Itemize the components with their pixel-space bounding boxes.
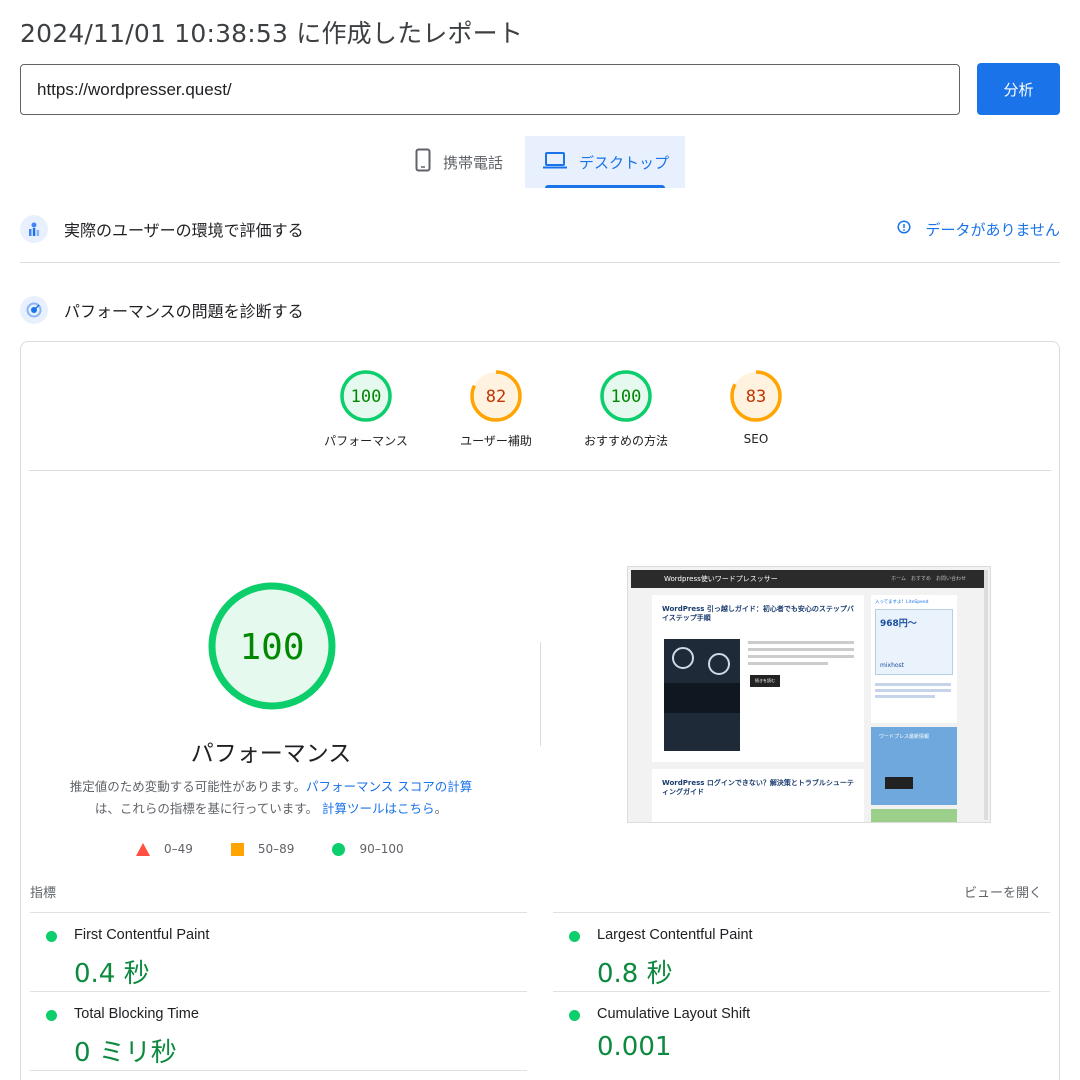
screenshot-post-title: WordPress 引っ越しガイド：初心者でも安心のステップバイステップ手順 [662, 605, 854, 622]
metric-name: Largest Contentful Paint [597, 927, 753, 943]
screenshot-post-2: WordPress ログインできない？解決策とトラブルシューティングガイド [652, 769, 864, 822]
gauge-seo-ring: 83 [730, 370, 782, 422]
metric-value: 0.001 [597, 1032, 672, 1062]
legend-range: 50–89 [257, 842, 295, 856]
circle-icon [332, 842, 346, 856]
screenshot-sidebar-box: ワードプレス最新情報 [871, 727, 957, 805]
performance-big-gauge: 100 [208, 582, 336, 710]
legend-average: 50–89 [230, 842, 295, 856]
tab-active-indicator [545, 185, 665, 188]
no-data-label: データがありません [925, 220, 1060, 239]
legend-pass: 90–100 [332, 842, 404, 856]
metric-value: 0 ミリ秒 [74, 1038, 177, 1068]
legend-fail: 0–49 [136, 842, 193, 856]
gauge-performance[interactable]: 100 パフォーマンス [301, 368, 431, 449]
screenshot-read-more: 続きを読む [750, 675, 780, 687]
gauge-score: 100 [351, 387, 382, 407]
smartphone-icon [415, 148, 431, 176]
gauge-accessibility-ring: 82 [470, 370, 522, 422]
score-calc-link[interactable]: パフォーマンス スコアの計算 [306, 779, 472, 794]
gauge-divider [29, 470, 1051, 471]
users-icon [20, 215, 48, 243]
screenshot-ad-price: 968円〜 [880, 619, 917, 629]
gauge-accessibility[interactable]: 82 ユーザー補助 [431, 368, 561, 449]
note-text: 。 [434, 801, 448, 816]
calculator-link[interactable]: 計算ツールはこちら [322, 801, 435, 816]
screenshot-ad-banner: 968円〜 mixhost [875, 609, 953, 675]
screenshot-post-title: WordPress ログインできない？解決策とトラブルシューティングガイド [662, 779, 854, 796]
lab-data-title: パフォーマンスの問題を診断する [64, 302, 304, 321]
screenshot-nav: ホーム おすすめ お問い合わせ [891, 576, 966, 582]
metrics-header: 指標 ビューを開く [30, 882, 1042, 901]
metrics-title: 指標 [30, 886, 57, 901]
performance-score: 100 [239, 627, 304, 668]
screenshot-ad-brand: mixhost [880, 662, 905, 669]
pass-dot-icon [569, 1010, 580, 1021]
metric-value: 0.4 秒 [74, 959, 150, 989]
gauge-label: おすすめの方法 [583, 434, 668, 448]
score-legend: 0–49 50–89 90–100 [136, 842, 442, 856]
pass-dot-icon [569, 931, 580, 942]
gauge-score: 83 [746, 387, 766, 407]
gauge-score: 100 [611, 387, 642, 407]
note-text: 推定値のため変動する可能性があります。 [69, 779, 307, 794]
screenshot-scrollbar [984, 570, 988, 820]
gauge-label: ユーザー補助 [460, 434, 532, 448]
expand-view-toggle[interactable]: ビューを開く [964, 882, 1042, 901]
metric-lcp: Largest Contentful Paint 0.8 秒 [553, 912, 1050, 992]
gauge-label: SEO [743, 432, 769, 446]
screenshot-box-title: ワードプレス最新情報 [879, 734, 930, 740]
screenshot-site-header: Wordpress使いワードプレスッサー ホーム おすすめ お問い合わせ [631, 570, 984, 588]
diagnose-icon [20, 296, 48, 324]
tab-desktop-label: デスクトップ [579, 153, 670, 172]
score-note: 推定値のため変動する可能性があります。パフォーマンス スコアの計算 は、これらの… [41, 776, 501, 820]
device-tabs: 携帯電話 デスクトップ [395, 136, 685, 188]
gauge-best-practices-ring: 100 [600, 370, 652, 422]
metric-row-divider [30, 1070, 527, 1071]
metric-name: Total Blocking Time [74, 1006, 199, 1022]
pass-dot-icon [46, 931, 57, 942]
square-icon [230, 842, 244, 856]
legend-range: 0–49 [164, 842, 193, 856]
legend-range: 90–100 [359, 842, 404, 856]
screenshot-sidebar-ad: 入ってますよ！LiteSpeed 968円〜 mixhost [871, 595, 957, 723]
no-data-link[interactable]: データがありません [897, 219, 1060, 240]
performance-label: パフォーマンス [190, 741, 352, 767]
metric-tbt: Total Blocking Time 0 ミリ秒 [30, 991, 527, 1071]
analyze-button[interactable]: 分析 [977, 63, 1060, 115]
lab-data-section: パフォーマンスの問題を診断する [20, 296, 1060, 324]
info-icon [897, 220, 911, 238]
metric-fcp: First Contentful Paint 0.4 秒 [30, 912, 527, 992]
report-card: 100 パフォーマンス 82 ユーザー補助 100 おすすめの方法 83 SEO… [20, 341, 1060, 1080]
url-input[interactable] [20, 64, 960, 115]
screenshot-post-1: WordPress 引っ越しガイド：初心者でも安心のステップバイステップ手順 続… [652, 595, 864, 762]
pass-dot-icon [46, 1010, 57, 1021]
vertical-separator [540, 642, 541, 746]
screenshot-ad-head: 入ってますよ！LiteSpeed [875, 600, 929, 605]
triangle-icon [136, 842, 150, 856]
field-data-section: 実際のユーザーの環境で評価する データがありません [20, 215, 1060, 243]
gauge-best-practices[interactable]: 100 おすすめの方法 [561, 368, 691, 449]
metric-cls: Cumulative Layout Shift 0.001 [553, 991, 1050, 1071]
category-gauges: 100 パフォーマンス 82 ユーザー補助 100 おすすめの方法 83 SEO [301, 368, 821, 449]
screenshot-site-title: Wordpress使いワードプレスッサー [664, 575, 778, 583]
tab-mobile-label: 携帯電話 [443, 153, 504, 172]
metric-value: 0.8 秒 [597, 959, 673, 989]
page-screenshot: Wordpress使いワードプレスッサー ホーム おすすめ お問い合わせ Wor… [627, 566, 991, 823]
metric-name: First Contentful Paint [74, 927, 210, 943]
screenshot-thumbnail [664, 639, 740, 751]
section-divider [20, 262, 1060, 263]
tab-mobile[interactable]: 携帯電話 [395, 136, 525, 188]
note-text: は、これらの指標を基に行っています。 [94, 801, 319, 816]
gauge-seo[interactable]: 83 SEO [691, 368, 821, 449]
gauge-performance-ring: 100 [340, 370, 392, 422]
tab-desktop[interactable]: デスクトップ [525, 136, 685, 188]
report-title: 2024/11/01 10:38:53 に作成したレポート [20, 19, 524, 48]
laptop-icon [543, 151, 567, 173]
field-data-title: 実際のユーザーの環境で評価する [64, 221, 304, 240]
gauge-score: 82 [486, 387, 506, 407]
metric-name: Cumulative Layout Shift [597, 1006, 751, 1022]
gauge-label: パフォーマンス [324, 434, 408, 448]
